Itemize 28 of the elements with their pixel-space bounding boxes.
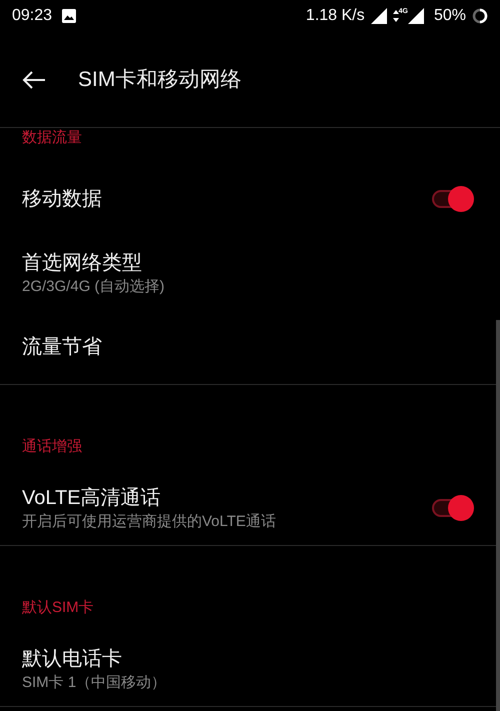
setting-row[interactable]: 流量节省 bbox=[0, 310, 500, 384]
section-header: 数据流量 bbox=[22, 129, 82, 146]
section-header: 通话增强 bbox=[22, 438, 82, 455]
network-speed: 1.18 K/s bbox=[306, 6, 365, 26]
signal-icon bbox=[370, 8, 387, 24]
battery-percent: 50% bbox=[434, 6, 466, 26]
setting-title: 默认电话卡 bbox=[22, 647, 123, 672]
toggle-switch[interactable] bbox=[432, 495, 474, 521]
setting-title: 流量节省 bbox=[22, 335, 102, 360]
toggle-switch[interactable] bbox=[432, 186, 474, 212]
setting-summary: 2G/3G/4G (自动选择) bbox=[22, 277, 165, 297]
signal-icon bbox=[408, 8, 424, 24]
setting-row[interactable]: 移动数据 bbox=[0, 162, 500, 236]
setting-row[interactable]: VoLTE高清通话 开启后可使用运营商提供的VoLTE通话 bbox=[0, 471, 500, 545]
image-icon bbox=[62, 9, 76, 23]
setting-summary: SIM卡 1（中国移动） bbox=[22, 673, 166, 693]
back-arrow-icon[interactable] bbox=[21, 70, 47, 90]
data-arrows-icon bbox=[392, 10, 399, 22]
setting-row[interactable]: 默认电话卡 SIM卡 1（中国移动） bbox=[0, 632, 500, 706]
toolbar-title: SIM卡和移动网络 bbox=[78, 66, 242, 93]
setting-title: VoLTE高清通话 bbox=[22, 486, 162, 511]
setting-row[interactable]: 首选网络类型 2G/3G/4G (自动选择) bbox=[0, 236, 500, 310]
status-time: 09:23 bbox=[12, 6, 52, 26]
setting-title: 移动数据 bbox=[22, 187, 102, 212]
battery-ring-icon bbox=[472, 8, 488, 24]
setting-summary: 开启后可使用运营商提供的VoLTE通话 bbox=[22, 512, 276, 532]
setting-title: 首选网络类型 bbox=[22, 251, 143, 276]
section-header: 默认SIM卡 bbox=[22, 599, 94, 616]
